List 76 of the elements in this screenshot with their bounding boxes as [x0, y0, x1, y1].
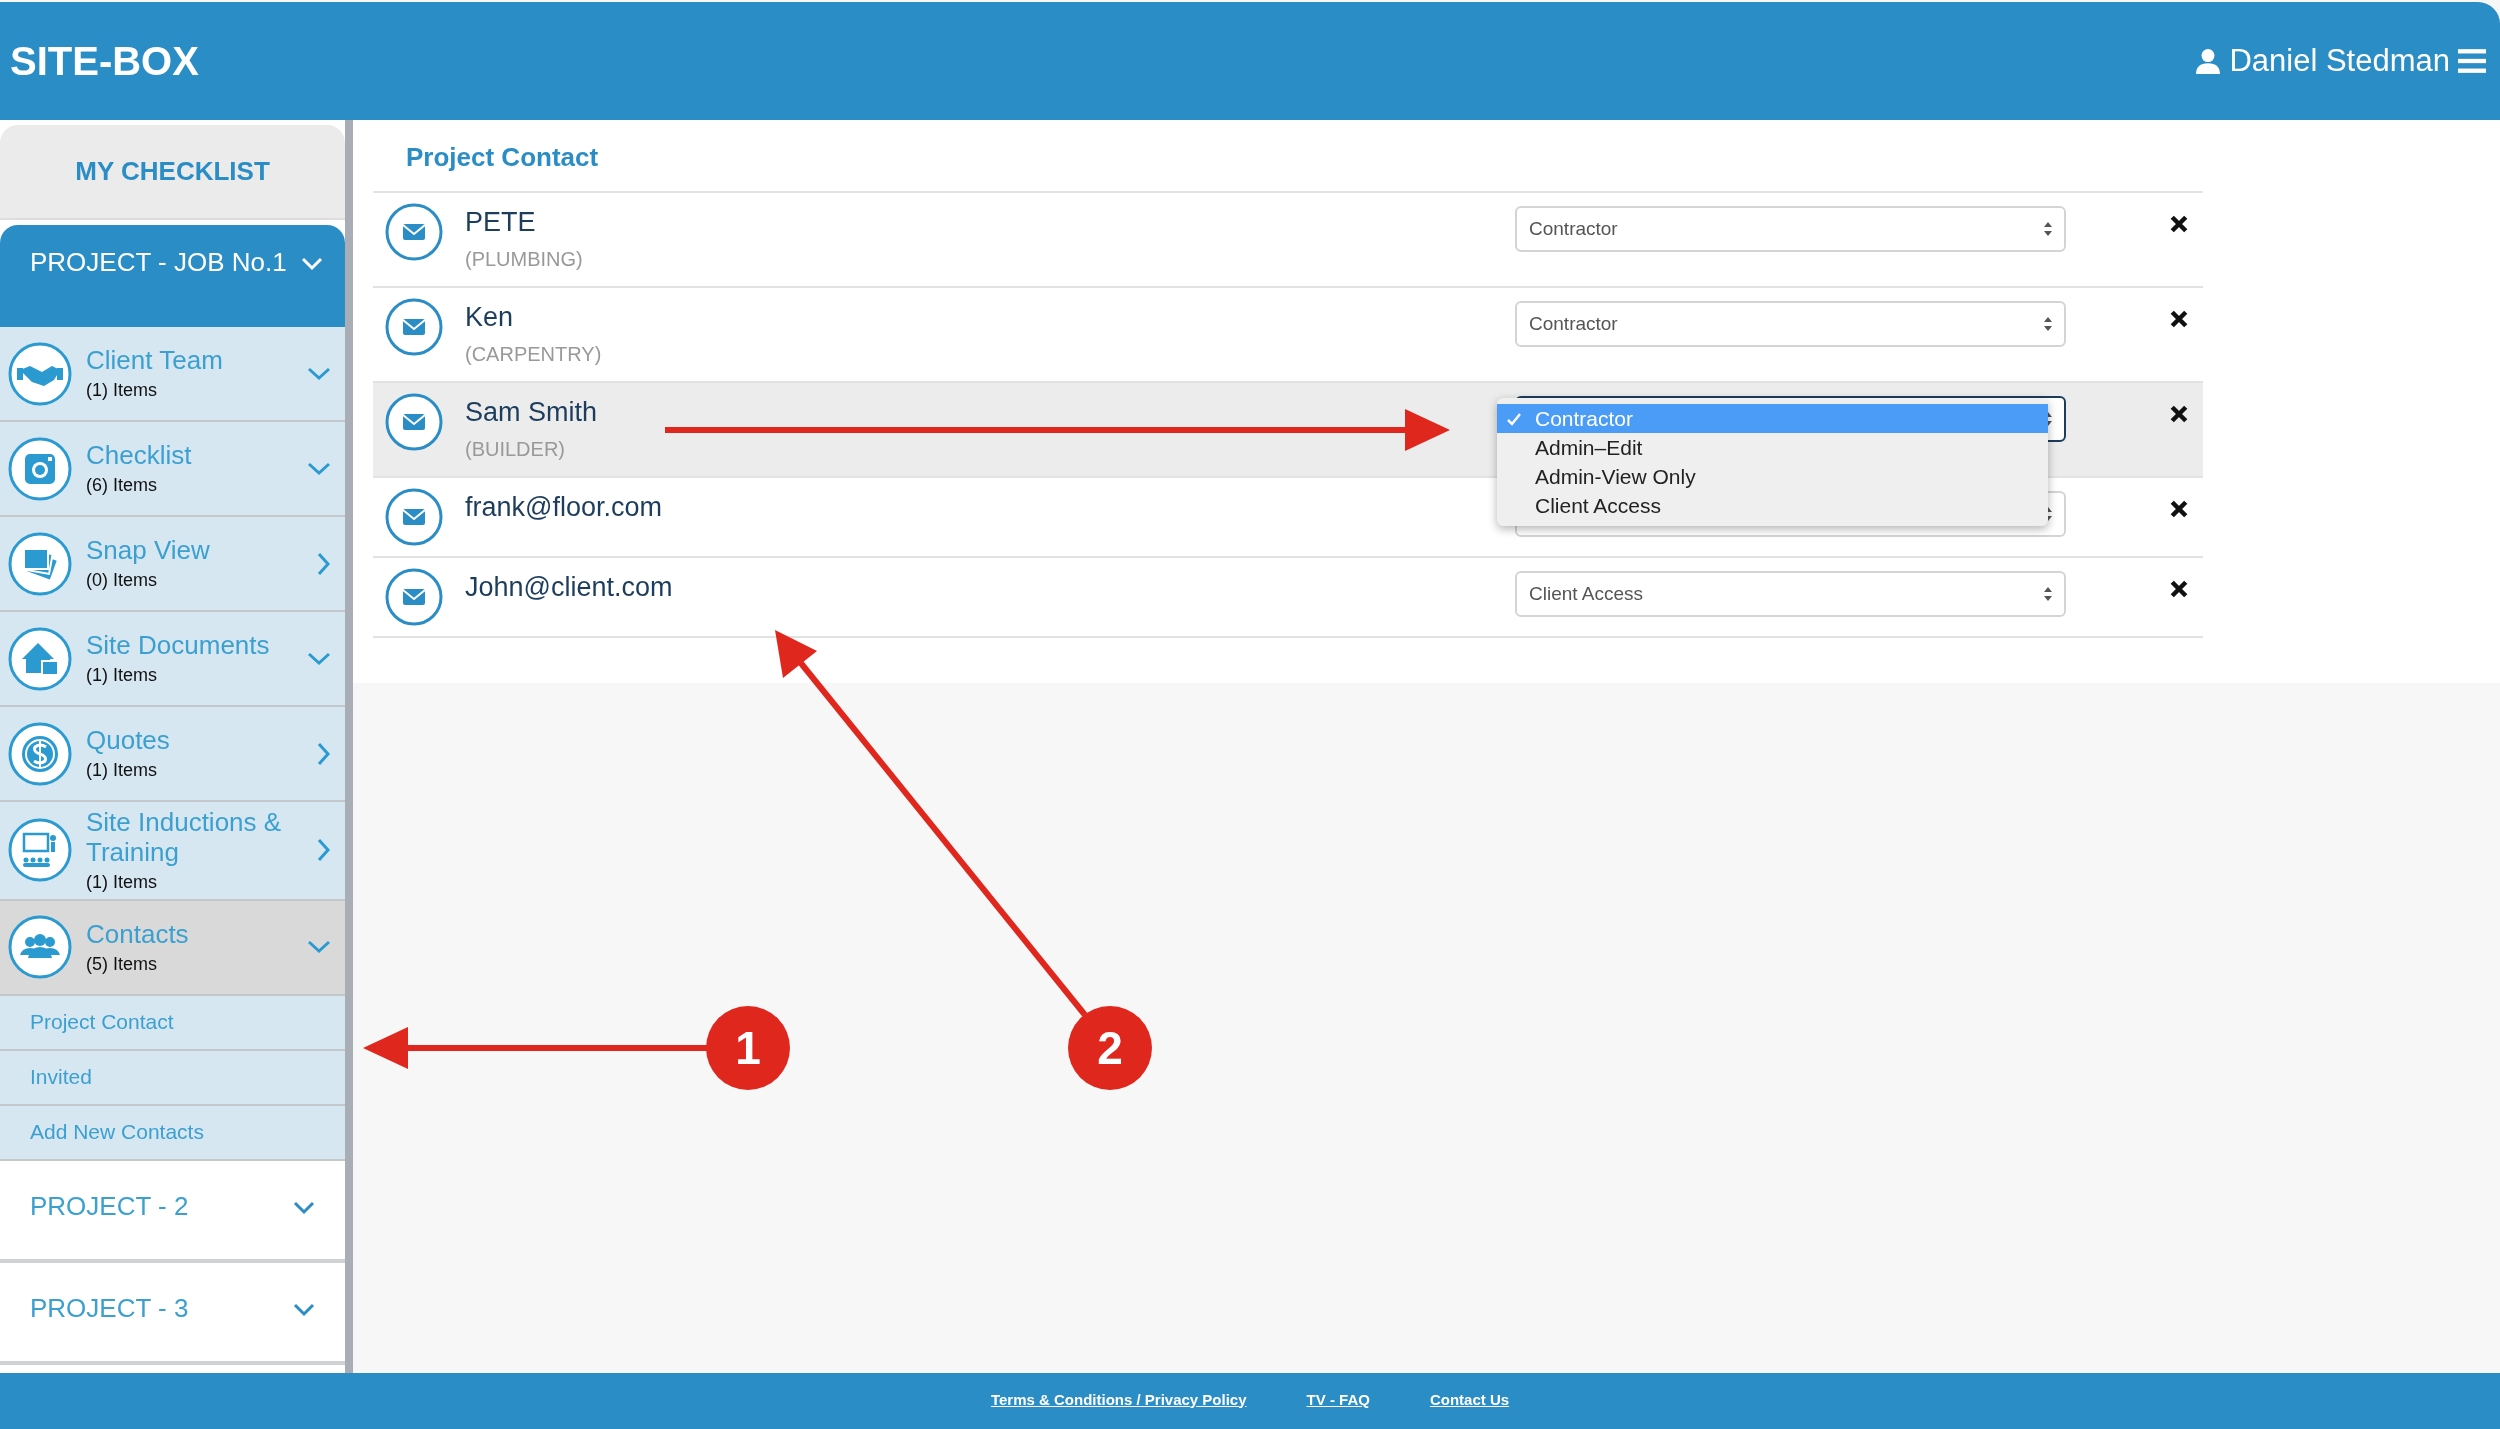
item-count: (1) Items: [86, 759, 158, 781]
item-count: (1) Items: [86, 871, 158, 893]
step-badge: 1: [706, 1006, 790, 1090]
chevron-down-icon: [307, 461, 331, 476]
updown-icon: [2044, 587, 2052, 601]
user-name[interactable]: Daniel Stedman: [2229, 43, 2450, 79]
sidebar-item[interactable]: Contacts (5) Items: [0, 900, 345, 996]
chevron-right-icon: [317, 741, 331, 766]
close-icon[interactable]: [2170, 500, 2188, 518]
contact-trade: (PLUMBING): [465, 248, 583, 271]
footer-link[interactable]: Contact Us: [1429, 1390, 1510, 1408]
item-title: Checklist: [86, 441, 193, 471]
app-title: SITE-BOX: [10, 38, 199, 84]
contact-trade: (CARPENTRY): [465, 343, 602, 366]
envelope-icon[interactable]: [385, 393, 443, 451]
item-title: Quotes: [86, 726, 171, 756]
step-badge: 2: [1068, 1006, 1152, 1090]
item-count: (5) Items: [86, 953, 158, 975]
footer-link[interactable]: TV - FAQ: [1306, 1390, 1370, 1408]
sidebar-item[interactable]: Checklist (6) Items: [0, 422, 345, 517]
item-count: (1) Items: [86, 664, 158, 686]
item-title: Site Documents: [86, 631, 271, 661]
envelope-icon[interactable]: [385, 568, 443, 626]
updown-icon: [2044, 222, 2052, 236]
project-header[interactable]: PROJECT - JOB No.1: [0, 225, 345, 327]
role-select[interactable]: Contractor: [1515, 206, 2066, 252]
house-icon: [8, 626, 72, 691]
chevron-down-icon: [307, 366, 331, 381]
item-title: Client Team: [86, 346, 224, 376]
envelope-icon[interactable]: [385, 298, 443, 356]
envelope-icon[interactable]: [385, 488, 443, 546]
close-icon[interactable]: [2170, 215, 2188, 233]
close-icon[interactable]: [2170, 405, 2188, 423]
dropdown-option[interactable]: Client Access: [1497, 491, 2048, 520]
menu-icon[interactable]: [2458, 49, 2486, 73]
dropdown-option[interactable]: Admin–Edit: [1497, 433, 2048, 462]
chevron-down-icon: [293, 1302, 315, 1317]
role-select[interactable]: Contractor: [1515, 301, 2066, 347]
contact-name: frank@floor.com: [465, 492, 662, 523]
chevron-right-icon: [317, 551, 331, 576]
contact-name: John@client.com: [465, 572, 673, 603]
contact-name: Sam Smith: [465, 397, 598, 428]
updown-icon: [2044, 317, 2052, 331]
close-icon[interactable]: [2170, 310, 2188, 328]
contact-trade: (BUILDER): [465, 438, 565, 461]
sidebar-item[interactable]: Snap View (0) Items: [0, 517, 345, 612]
close-icon[interactable]: [2170, 580, 2188, 598]
people-icon: [8, 915, 72, 980]
camera-icon: [8, 436, 72, 501]
item-title: Contacts: [86, 919, 190, 950]
chevron-down-icon: [307, 940, 331, 955]
contact-name: PETE: [465, 207, 536, 238]
section-heading: Project Contact: [406, 142, 600, 173]
item-title: Snap View: [86, 536, 211, 566]
envelope-icon[interactable]: [385, 203, 443, 261]
sidebar-item[interactable]: Quotes (1) Items: [0, 707, 345, 802]
photos-icon: [8, 531, 72, 596]
item-count: (0) Items: [86, 569, 158, 591]
footer-link[interactable]: Terms & Conditions / Privacy Policy: [990, 1390, 1247, 1408]
sidebar-item[interactable]: Client Team (1) Items: [0, 327, 345, 422]
chevron-right-icon: [317, 838, 331, 863]
chevron-down-icon: [300, 257, 323, 271]
check-icon: [1507, 411, 1521, 426]
role-select[interactable]: Client Access: [1515, 571, 2066, 617]
chevron-down-icon: [293, 1200, 315, 1215]
sidebar-item[interactable]: Site Inductions & Training (1) Items: [0, 802, 345, 901]
item-count: (1) Items: [86, 379, 158, 401]
user-icon: [2195, 48, 2222, 74]
item-count: (6) Items: [86, 474, 158, 496]
contact-name: Ken: [465, 302, 514, 333]
sidebar-item[interactable]: Site Documents (1) Items: [0, 612, 345, 707]
presentation-icon: [8, 818, 72, 883]
dollar-icon: [8, 721, 72, 786]
item-title: Site Inductions & Training: [86, 808, 283, 868]
chevron-down-icon: [307, 651, 331, 666]
dropdown-option[interactable]: Admin-View Only: [1497, 462, 2048, 491]
